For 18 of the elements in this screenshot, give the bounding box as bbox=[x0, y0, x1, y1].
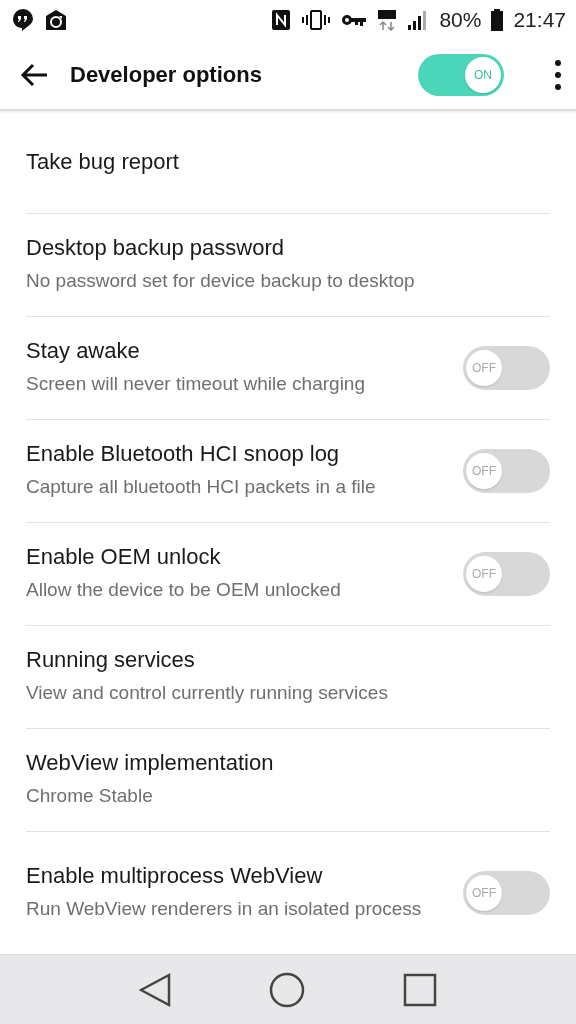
setting-summary: Screen will never timeout while charging bbox=[26, 372, 366, 397]
setting-summary: View and control currently running services bbox=[26, 681, 389, 706]
setting-title[interactable]: Enable Bluetooth HCI snoop log bbox=[26, 441, 423, 468]
screen-title: Developer options bbox=[70, 61, 263, 88]
setting-title[interactable]: Desktop backup password bbox=[26, 235, 510, 262]
clock-time: 21:47 bbox=[513, 8, 566, 32]
setting-summary: No password set for device backup to desktop bbox=[26, 269, 416, 294]
setting-title[interactable]: Enable OEM unlock bbox=[26, 544, 423, 571]
battery-percentage: 80% bbox=[439, 8, 482, 32]
setting-summary: Chrome Stable bbox=[26, 784, 154, 809]
setting-summary: Run WebView renderers in an isolated process bbox=[26, 897, 423, 922]
setting-summary: Allow the device to be OEM unlocked bbox=[26, 578, 342, 603]
setting-title[interactable]: Stay awake bbox=[26, 338, 423, 365]
setting-title[interactable]: Take bug report bbox=[26, 149, 510, 175]
setting-title[interactable]: WebView implementation bbox=[26, 750, 510, 777]
setting-title[interactable]: Enable multiprocess WebView bbox=[26, 863, 423, 890]
setting-summary: Capture all bluetooth HCI packets in a file bbox=[26, 475, 377, 500]
setting-title[interactable]: Running services bbox=[26, 647, 510, 674]
